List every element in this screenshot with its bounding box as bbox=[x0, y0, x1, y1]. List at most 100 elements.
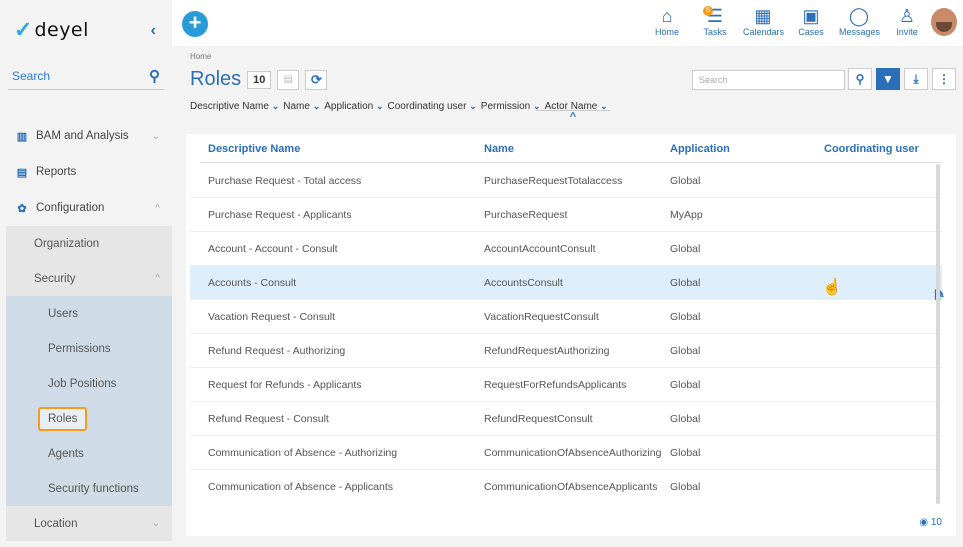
cell-descriptive-name: Vacation Request - Consult bbox=[208, 311, 336, 323]
sidebar-item-label: Organization bbox=[34, 237, 100, 250]
search-button[interactable]: ⚲ bbox=[848, 68, 872, 90]
cell-descriptive-name: Account - Account - Consult bbox=[208, 243, 338, 255]
sidebar-item-location[interactable]: Location ⌄ bbox=[6, 506, 172, 541]
tasks-badge: 5 bbox=[703, 6, 713, 16]
table-row[interactable]: Purchase Request - Total access Purchase… bbox=[190, 164, 942, 198]
search-input[interactable]: Search bbox=[692, 70, 845, 90]
table-row[interactable]: Communication of Absence - Authorizing C… bbox=[190, 436, 942, 470]
add-button[interactable]: + bbox=[182, 11, 208, 37]
table-row[interactable]: Purchase Request - Applicants PurchaseRe… bbox=[190, 198, 942, 232]
column-filter-permission[interactable]: Permission ⌄ bbox=[481, 101, 541, 112]
cell-name: AccountsConsult bbox=[484, 277, 563, 289]
column-filter-application[interactable]: Application ⌄ bbox=[324, 101, 383, 112]
chevron-down-icon: ⌄ bbox=[469, 101, 477, 111]
cell-application: Global bbox=[670, 447, 701, 459]
sidebar-item-label: BAM and Analysis bbox=[36, 130, 129, 142]
column-filter-label: Permission bbox=[480, 101, 531, 112]
sidebar-item-bam[interactable]: ▥ BAM and Analysis ⌄ bbox=[6, 118, 172, 154]
more-options-button[interactable]: ⋮ bbox=[932, 68, 956, 90]
cell-application: Global bbox=[670, 243, 701, 255]
cell-name: RefundRequestConsult bbox=[484, 413, 593, 425]
sidebar-item-roles[interactable]: Roles bbox=[6, 401, 172, 436]
column-filter-coordinating-user[interactable]: Coordinating user ⌄ bbox=[388, 101, 477, 112]
table-row[interactable]: Account - Account - Consult AccountAccou… bbox=[190, 232, 942, 266]
collapse-filters-icon[interactable]: ^ bbox=[536, 110, 610, 123]
sidebar-item-organization[interactable]: Organization bbox=[6, 226, 172, 261]
column-header-name[interactable]: Name bbox=[484, 143, 514, 155]
column-header-coordinating-user[interactable]: Coordinating user bbox=[824, 143, 919, 155]
table-row[interactable]: Refund Request - Authorizing RefundReque… bbox=[190, 334, 942, 368]
sidebar-item-label: Roles bbox=[38, 406, 88, 431]
collapse-sidebar-icon[interactable]: ‹ bbox=[151, 22, 156, 40]
scrollbar[interactable] bbox=[936, 164, 940, 504]
chevron-down-icon: ⌄ bbox=[151, 130, 160, 142]
column-header-application[interactable]: Application bbox=[670, 143, 730, 155]
sidebar-item-security[interactable]: Security ^ bbox=[6, 261, 172, 296]
toggle-view-button[interactable]: ▤ bbox=[277, 69, 300, 90]
table-row[interactable]: Communication of Absence - Applicants Co… bbox=[190, 470, 942, 504]
gear-icon: ✿ bbox=[17, 202, 27, 215]
page-title: Roles bbox=[190, 68, 242, 90]
nav-calendars[interactable]: ▦ Calendars bbox=[743, 5, 784, 37]
nav-label: Home bbox=[654, 27, 679, 37]
table-row[interactable]: Refund Request - Consult RefundRequestCo… bbox=[190, 402, 942, 436]
cell-name: PurchaseRequest bbox=[484, 209, 568, 221]
filter-button[interactable]: ▼ bbox=[876, 68, 900, 90]
cell-application: MyApp bbox=[670, 209, 703, 221]
sidebar-item-agents[interactable]: Agents bbox=[6, 436, 172, 471]
table-row-highlighted[interactable]: Accounts - Consult AccountsConsult Globa… bbox=[190, 266, 945, 301]
search-icon[interactable]: ⚲ bbox=[149, 67, 160, 85]
calendar-icon: ▦ bbox=[754, 6, 772, 26]
chevron-up-icon: ^ bbox=[155, 273, 160, 284]
top-nav: ⌂ Home ☰ 5 Tasks ▦ Calendars ▣ Cases ◯ M… bbox=[647, 5, 927, 37]
cell-application: Global bbox=[670, 277, 701, 289]
column-filter-name[interactable]: Name ⌄ bbox=[283, 101, 320, 112]
table-row[interactable]: Request for Refunds - Applicants Request… bbox=[190, 368, 942, 402]
cell-application: Global bbox=[670, 345, 701, 357]
logo[interactable]: ✓ deyel bbox=[14, 17, 89, 43]
cell-descriptive-name: Refund Request - Consult bbox=[208, 413, 329, 425]
record-count-badge: 10 bbox=[247, 70, 272, 89]
nav-home[interactable]: ⌂ Home bbox=[647, 5, 687, 37]
cell-name: CommunicationOfAbsenceAuthorizing bbox=[484, 447, 662, 459]
sidebar-item-configuration[interactable]: ✿ Configuration ^ bbox=[6, 190, 172, 226]
sidebar-item-users[interactable]: Users bbox=[6, 296, 172, 331]
column-filter-label: Descriptive Name bbox=[190, 101, 269, 112]
sidebar-item-security-functions[interactable]: Security functions bbox=[6, 471, 172, 506]
sidebar-item-label: Agents bbox=[48, 447, 84, 460]
sidebar-item-label: Configuration bbox=[36, 202, 105, 214]
sidebar-search-input[interactable]: Search bbox=[12, 69, 50, 83]
column-filter-label: Application bbox=[324, 101, 374, 112]
avatar[interactable] bbox=[931, 8, 957, 36]
sidebar-item-permissions[interactable]: Permissions bbox=[6, 331, 172, 366]
column-filter-label: Name bbox=[283, 101, 310, 112]
chevron-up-icon: ^ bbox=[155, 202, 160, 214]
nav-label: Cases bbox=[798, 27, 824, 37]
briefcase-icon: ▣ bbox=[802, 6, 820, 26]
nav-cases[interactable]: ▣ Cases bbox=[791, 5, 831, 37]
table-row[interactable]: Vacation Request - Consult VacationReque… bbox=[190, 300, 942, 334]
sidebar-item-reports[interactable]: ▤ Reports bbox=[6, 154, 172, 190]
chevron-down-icon: ⌄ bbox=[151, 518, 160, 529]
sidebar-item-label: Permissions bbox=[48, 342, 111, 355]
sidebar-item-job-positions[interactable]: Job Positions bbox=[6, 366, 172, 401]
column-filter-descriptive-name[interactable]: Descriptive Name ⌄ bbox=[190, 101, 279, 112]
logo-mark-icon: ✓ bbox=[14, 17, 33, 42]
nav-label: Invite bbox=[896, 27, 918, 37]
breadcrumb[interactable]: Home bbox=[190, 52, 211, 61]
nav-invite[interactable]: ♙ Invite bbox=[887, 5, 927, 37]
nav-tasks[interactable]: ☰ 5 Tasks bbox=[695, 5, 735, 37]
column-filter-label: Coordinating user bbox=[387, 101, 467, 112]
sidebar-item-label: Job Positions bbox=[48, 377, 117, 390]
cell-application: Global bbox=[670, 311, 701, 323]
chevron-down-icon: ⌄ bbox=[375, 101, 384, 111]
nav-label: Messages bbox=[839, 27, 881, 37]
sidebar-item-label: Location bbox=[34, 517, 78, 530]
sidebar-search[interactable]: Search ⚲ bbox=[8, 62, 164, 90]
column-header-descriptive-name[interactable]: Descriptive Name bbox=[208, 143, 300, 155]
nav-messages[interactable]: ◯ Messages bbox=[839, 5, 881, 37]
download-button[interactable]: ⤓ bbox=[904, 68, 928, 90]
sidebar: ✓ deyel ‹ Search ⚲ ▥ BAM and Analysis ⌄ … bbox=[0, 0, 172, 547]
refresh-button[interactable]: ⟳ bbox=[305, 69, 328, 90]
home-icon: ⌂ bbox=[661, 6, 673, 26]
